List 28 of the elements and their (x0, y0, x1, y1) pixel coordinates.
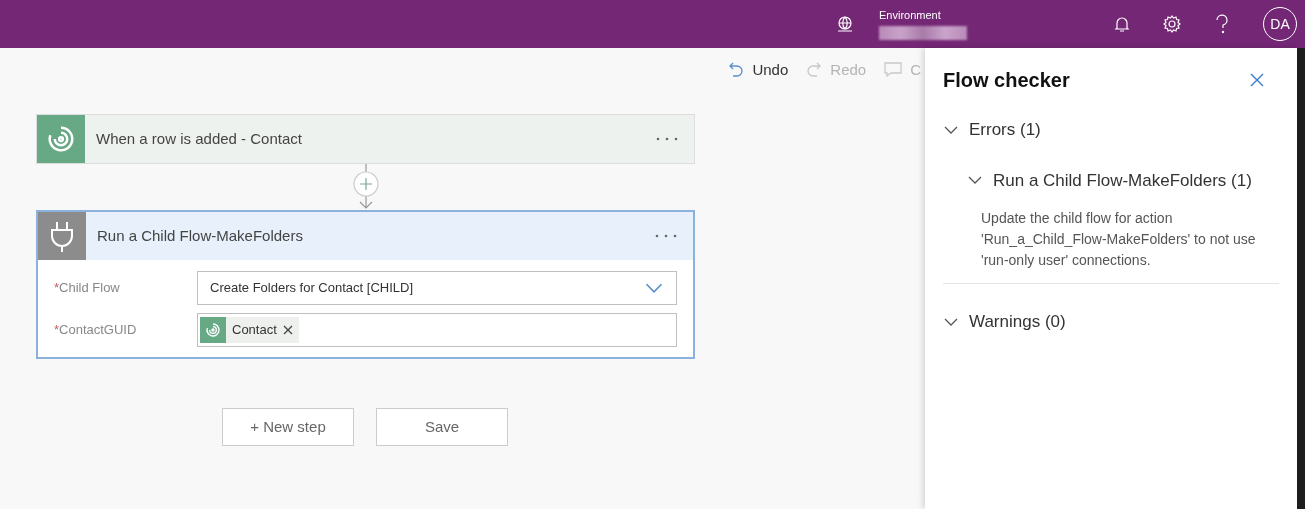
token-label: Contact (232, 321, 277, 340)
token-chip[interactable]: Contact (200, 317, 299, 343)
step-title: Run a Child Flow-MakeFolders (96, 225, 304, 246)
new-step-button[interactable]: + New step (222, 408, 354, 446)
redo-icon (806, 61, 823, 79)
redacted-environment-name[interactable] (879, 25, 967, 40)
save-button[interactable]: Save (376, 408, 508, 446)
section-toggle[interactable]: Warnings (0) (943, 309, 1066, 335)
undo-button[interactable]: Undo (752, 58, 789, 82)
environment-label: Environment (879, 8, 942, 22)
undo-icon (728, 61, 745, 79)
close-icon[interactable] (1249, 72, 1265, 88)
action-card[interactable]: Run a Child Flow-MakeFolders *Child Flow Create Folders for Contact [CHILD] *ContactGUID Contact (36, 210, 695, 359)
dataverse-logo-icon (37, 115, 85, 163)
speech-bubble-icon (884, 62, 903, 78)
trigger-card[interactable]: When a row is added - Contact (36, 114, 695, 164)
field-label: *ContactGUID (54, 321, 138, 340)
section-toggle[interactable]: Run a Child Flow-MakeFolders (1) (967, 167, 1252, 193)
error-message: Update the child flow for action 'Run_a_Child_Flow-MakeFolders' to not use 'run-only user' connections. (981, 209, 1257, 270)
step-title: When a row is added - Contact (95, 128, 303, 149)
plug-icon (38, 212, 86, 260)
panel-title: Flow checker (943, 68, 1070, 92)
remove-icon[interactable] (282, 325, 293, 335)
section-toggle[interactable]: Errors (1) (943, 117, 1041, 143)
dataverse-logo-icon (200, 317, 226, 343)
field-label: *Child Flow (54, 279, 121, 298)
token-input-field[interactable]: Contact (197, 313, 677, 347)
child-flow-dropdown[interactable]: Create Folders for Contact [CHILD] (197, 271, 677, 305)
